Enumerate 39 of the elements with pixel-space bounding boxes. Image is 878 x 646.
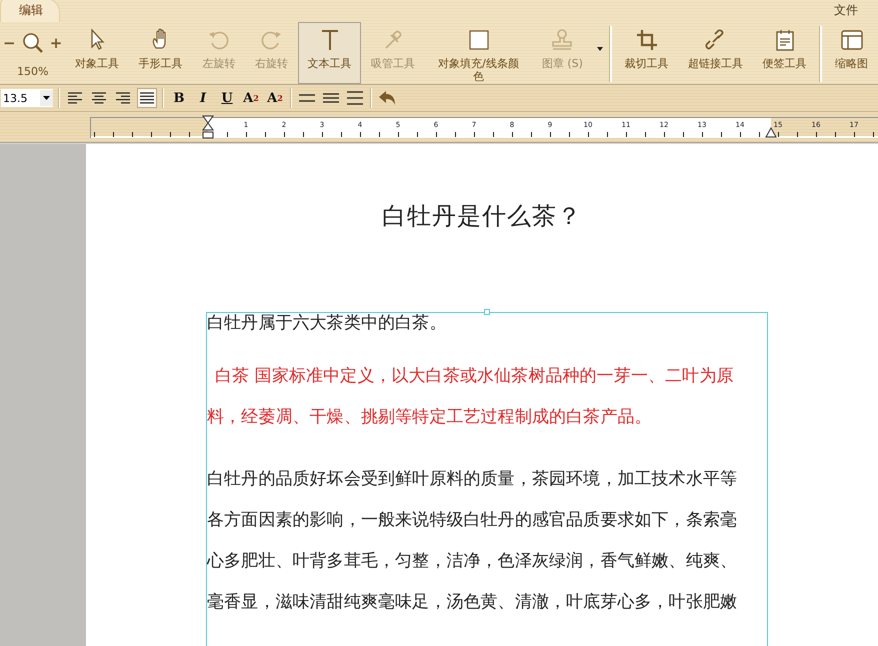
toolbar-button[interactable]: 裁切工具 bbox=[614, 22, 678, 84]
justify-button[interactable] bbox=[137, 88, 157, 108]
font-size-dropdown[interactable]: 13.5 bbox=[1, 89, 53, 107]
document-title: 白牡丹是什么茶？ bbox=[382, 201, 582, 232]
text-line: 各方面因素的影响，一般来说特级白牡丹的感官品质要求如下，条索毫 bbox=[207, 509, 738, 532]
zoom-level: 150% bbox=[16, 65, 48, 78]
italic-button[interactable]: I bbox=[193, 88, 213, 108]
undo-arrow-icon bbox=[378, 90, 396, 106]
lines-icon bbox=[346, 91, 364, 105]
toolbar-button[interactable]: 对象填充/线条颜色 bbox=[424, 22, 532, 84]
right-margin-marker-icon[interactable] bbox=[765, 126, 777, 138]
toolbar-button[interactable]: 手形工具 bbox=[128, 22, 192, 84]
text-box[interactable] bbox=[206, 312, 768, 646]
text-line: 白牡丹的品质好坏会受到鲜叶原料的质量，茶园环境，加工技术水平等 bbox=[207, 468, 738, 491]
toolbar-button[interactable]: 文本工具 bbox=[298, 22, 362, 84]
text-line: 白牡丹属于六大茶类中的白茶。 bbox=[207, 312, 446, 335]
caret-icon bbox=[43, 96, 50, 100]
zoom-out-button[interactable]: − bbox=[3, 34, 16, 52]
menu-item[interactable]: 文件 bbox=[834, 2, 858, 19]
bold-button[interactable]: B bbox=[169, 88, 189, 108]
text-line: 毫香显，滋味清甜纯爽毫味足，汤色黄、清澈，叶底芽心多，叶张肥嫩 bbox=[207, 591, 738, 614]
zoom-in-button[interactable]: + bbox=[50, 34, 62, 52]
indent-marker-icon[interactable] bbox=[202, 115, 214, 139]
align-icon bbox=[91, 91, 107, 105]
text-line: 料，经萎凋、干燥、挑剔等特定工艺过程制成的白茶产品。 bbox=[207, 406, 652, 429]
toolbar-button[interactable]: 缩略图 bbox=[825, 22, 878, 84]
magnifier-icon[interactable] bbox=[22, 32, 44, 54]
ribbon-tab[interactable]: 编辑 bbox=[0, 0, 60, 22]
align-icon bbox=[139, 91, 155, 105]
resize-handle[interactable] bbox=[484, 309, 490, 315]
lines-icon bbox=[322, 91, 340, 105]
align-icon bbox=[67, 91, 83, 105]
toolbar-button[interactable]: 便签工具 bbox=[752, 22, 816, 84]
text-line: 心多肥壮、叶背多茸毛，匀整，洁净，色泽灰绿润，香气鲜嫩、纯爽、 bbox=[207, 550, 738, 573]
align-icon bbox=[115, 91, 131, 105]
toolbar-button[interactable]: 对象工具 bbox=[65, 22, 129, 84]
toolbar-button[interactable]: 超链接工具 bbox=[678, 22, 753, 84]
text-line: 白茶 国家标准中定义，以大白茶或水仙茶树品种的一芽一、二叶为原 bbox=[214, 365, 734, 388]
underline-button[interactable]: U bbox=[217, 88, 237, 108]
